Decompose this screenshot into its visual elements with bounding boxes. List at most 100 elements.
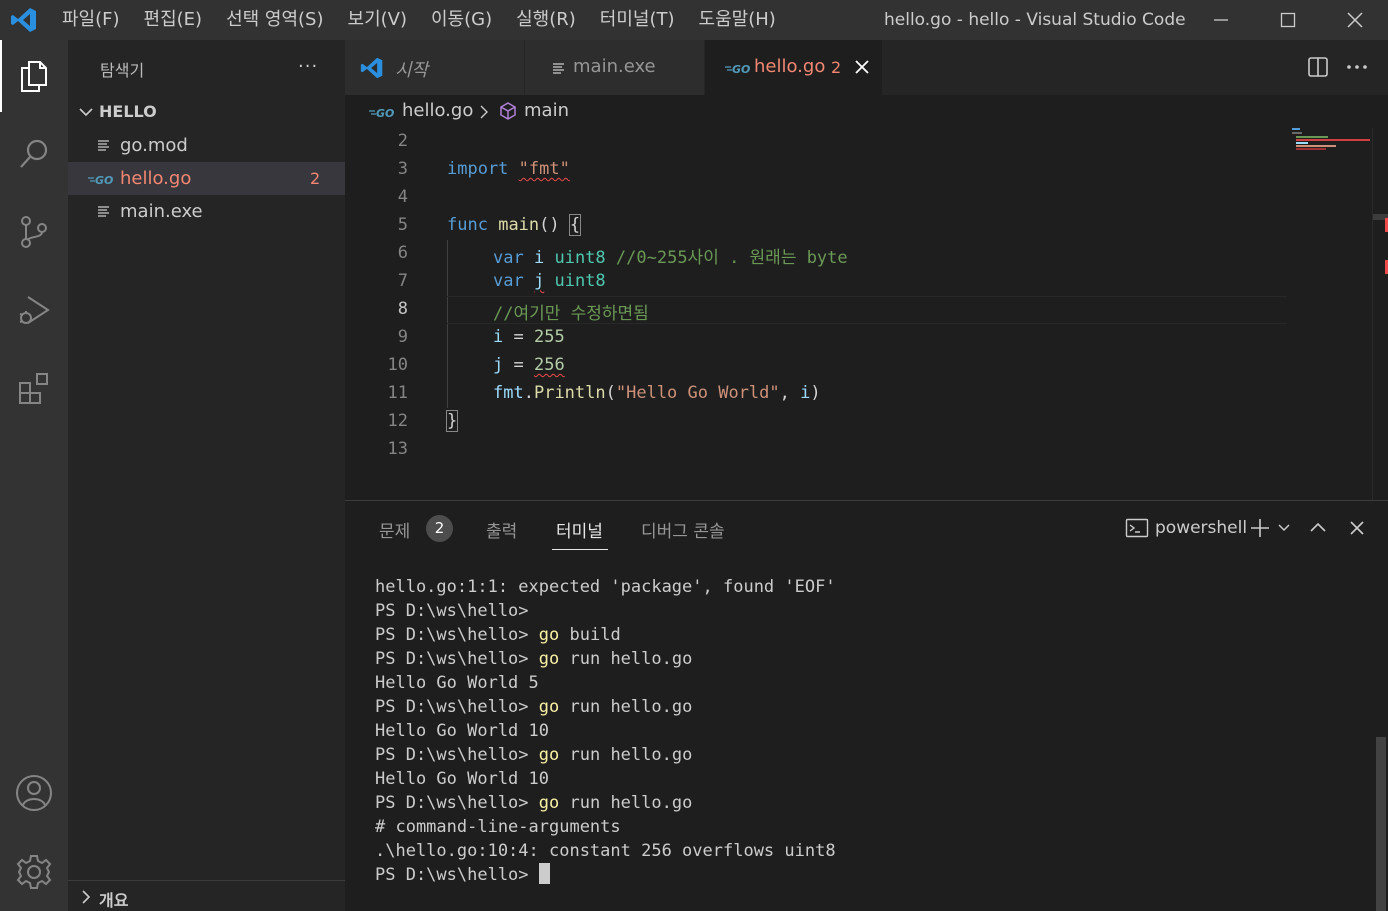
terminal-scrollbar[interactable] <box>1376 737 1386 911</box>
code-line: 5 func main() { <box>345 212 1388 240</box>
more-actions-button[interactable]: ··· <box>298 56 318 77</box>
code-line: 10 j = 256 <box>345 352 1388 380</box>
vscode-logo-icon <box>359 56 385 84</box>
tab-debug-console[interactable]: 디버그 콘솔 <box>641 517 725 542</box>
minimize-icon <box>1214 19 1228 21</box>
menu-selection[interactable]: 선택 영역(S) <box>214 0 335 40</box>
activity-bar <box>0 40 68 911</box>
breadcrumb-file[interactable]: hello.go <box>402 100 473 121</box>
tab-main-exe[interactable]: main.exe <box>525 40 705 95</box>
chevron-right-icon <box>78 889 94 909</box>
maximize-button[interactable] <box>1255 0 1321 40</box>
close-panel-button[interactable] <box>1348 515 1366 541</box>
problems-count-badge: 2 <box>426 515 453 542</box>
code-line: 8 //여기만 수정하면됨 <box>345 296 1388 324</box>
line-content: var j uint8 <box>493 271 606 291</box>
menu-run[interactable]: 실행(R) <box>504 0 588 40</box>
breadcrumb-symbol[interactable]: main <box>524 100 569 121</box>
line-content: func main() { <box>447 214 582 236</box>
menu-go[interactable]: 이동(G) <box>419 0 504 40</box>
bottom-panel: 문제 2 출력 터미널 디버그 콘솔 powershell hello.go:1… <box>345 501 1388 911</box>
line-number: 13 <box>387 439 408 459</box>
line-content: } <box>445 410 459 432</box>
svg-text:GO: GO <box>376 107 394 120</box>
go-file-icon: GO <box>369 104 395 124</box>
line-number: 6 <box>397 243 408 263</box>
code-line: 6 var i uint8 //0~255사이 . 원래는 byte <box>345 240 1388 268</box>
svg-text:GO: GO <box>732 63 750 76</box>
menu-terminal[interactable]: 터미널(T) <box>588 0 687 40</box>
go-file-icon: GO <box>725 60 751 80</box>
svg-text:GO: GO <box>95 174 113 187</box>
vscode-logo-icon <box>10 6 38 34</box>
tab-hello-go[interactable]: GO hello.go 2 <box>705 40 883 95</box>
line-content: j = 256 <box>493 355 565 375</box>
breadcrumb: GO hello.go main <box>345 95 1388 128</box>
menu-view[interactable]: 보기(V) <box>336 0 419 40</box>
terminal-selector[interactable]: powershell <box>1125 515 1247 541</box>
terminal-line: PS D:\ws\hello> <box>375 601 529 621</box>
editor-scrollbar[interactable] <box>1372 128 1388 500</box>
menu-file[interactable]: 파일(F) <box>50 0 132 40</box>
run-debug-icon[interactable] <box>12 288 56 332</box>
settings-gear-icon[interactable] <box>12 850 56 894</box>
minimap[interactable] <box>1292 128 1372 158</box>
folder-header[interactable]: HELLO <box>68 97 345 127</box>
account-icon[interactable] <box>12 771 56 815</box>
tab-terminal[interactable]: 터미널 <box>556 517 603 542</box>
close-window-button[interactable] <box>1322 0 1388 40</box>
file-label: go.mod <box>120 135 188 156</box>
tab-output[interactable]: 출력 <box>486 517 517 542</box>
chevron-down-icon <box>1278 524 1290 532</box>
file-item-hello-go[interactable]: GO hello.go 2 <box>68 162 345 195</box>
tab-problems[interactable]: 문제 <box>379 517 410 542</box>
symbol-method-icon <box>498 101 518 125</box>
line-content: i = 255 <box>493 327 565 347</box>
terminal-line: hello.go:1:1: expected 'package', found … <box>375 577 836 597</box>
code-editor[interactable]: 2 3 import "fmt" 4 5 func main() { 6 var… <box>345 128 1388 500</box>
line-number: 5 <box>397 215 408 235</box>
terminal-line: PS D:\ws\hello> go run hello.go <box>375 697 693 717</box>
line-number: 8 <box>397 299 408 319</box>
explorer-sidebar: 탐색기 ··· HELLO go.mod GO hello.go 2 main.… <box>68 40 345 911</box>
split-editor-button[interactable] <box>1307 56 1329 82</box>
terminal-line: Hello Go World 5 <box>375 673 539 693</box>
active-view-indicator <box>0 40 2 112</box>
close-icon <box>855 60 869 74</box>
terminal-line: Hello Go World 10 <box>375 769 549 789</box>
code-line: 3 import "fmt" <box>345 156 1388 184</box>
search-icon[interactable] <box>12 132 56 176</box>
maximize-icon <box>1280 12 1296 28</box>
file-label: hello.go <box>120 168 192 189</box>
line-number: 2 <box>397 131 408 151</box>
maximize-panel-button[interactable] <box>1309 515 1327 541</box>
code-line: 9 i = 255 <box>345 324 1388 352</box>
menu-help[interactable]: 도움말(H) <box>687 0 788 40</box>
minimize-button[interactable] <box>1188 0 1254 40</box>
tab-welcome[interactable]: 시작 <box>345 40 525 95</box>
file-item-main-exe[interactable]: main.exe <box>68 195 345 228</box>
code-line: 11 fmt.Println("Hello Go World", i) <box>345 380 1388 408</box>
close-tab-button[interactable] <box>853 58 871 80</box>
new-terminal-button[interactable] <box>1249 515 1271 541</box>
tab-label: 시작 <box>395 60 429 81</box>
go-file-icon: GO <box>88 171 114 187</box>
menu-edit[interactable]: 편집(E) <box>132 0 215 40</box>
section-divider <box>68 880 345 881</box>
terminal-dropdown-button[interactable] <box>1277 515 1291 541</box>
source-control-icon[interactable] <box>12 210 56 254</box>
file-label: main.exe <box>120 201 203 222</box>
title-bar: 파일(F) 편집(E) 선택 영역(S) 보기(V) 이동(G) 실행(R) 터… <box>0 0 1388 40</box>
line-number: 7 <box>397 271 408 291</box>
line-number: 12 <box>387 411 408 431</box>
terminal-line: PS D:\ws\hello> go run hello.go <box>375 649 693 669</box>
explorer-icon[interactable] <box>12 54 56 98</box>
editor-tab-bar: 시작 main.exe GO hello.go 2 <box>345 40 1388 95</box>
extensions-icon[interactable] <box>12 366 56 410</box>
editor-more-actions-button[interactable] <box>1345 56 1369 82</box>
tab-label: main.exe <box>573 56 656 77</box>
outline-section-header[interactable]: 개요 <box>68 885 345 911</box>
terminal-output[interactable]: hello.go:1:1: expected 'package', found … <box>375 575 1365 887</box>
line-content: import "fmt" <box>447 159 570 179</box>
file-item-go-mod[interactable]: go.mod <box>68 129 345 162</box>
